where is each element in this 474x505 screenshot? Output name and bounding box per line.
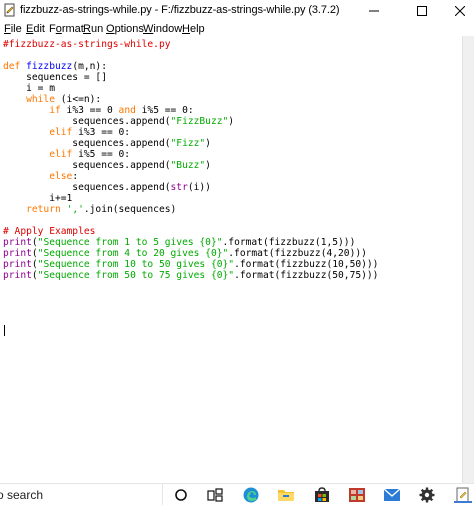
menu-file[interactable]: File xyxy=(4,23,22,35)
code-line: else: xyxy=(49,171,79,182)
taskbar: o search xyxy=(0,483,474,505)
menu-format[interactable]: Format xyxy=(49,23,84,35)
code-line: elif i%3 == 0: xyxy=(49,127,131,138)
code-line: print("Sequence from 10 to 50 gives {0}"… xyxy=(3,259,379,270)
code-line: sequences = [] xyxy=(3,72,107,83)
mail-icon[interactable] xyxy=(383,486,401,504)
code-line: elif i%5 == 0: xyxy=(49,149,131,160)
idle-file-icon xyxy=(3,3,17,17)
search-placeholder: o search xyxy=(0,488,44,502)
text-cursor xyxy=(4,325,5,336)
code-line: sequences.append(str(i)) xyxy=(3,182,211,193)
code-line: sequences.append("Fizz") xyxy=(3,138,211,149)
code-line: i+=1 xyxy=(3,193,73,204)
minimize-button[interactable] xyxy=(354,0,394,22)
code-line: i = m xyxy=(3,83,55,94)
code-line: print("Sequence from 4 to 20 gives {0}".… xyxy=(3,248,367,259)
file-explorer-icon[interactable] xyxy=(277,486,295,504)
code-line: while (i<=n): xyxy=(26,94,102,105)
maximize-button[interactable] xyxy=(402,0,442,22)
code-line: print("Sequence from 50 to 75 gives {0}"… xyxy=(3,270,379,281)
code-line: print("Sequence from 1 to 5 gives {0}".f… xyxy=(3,237,356,248)
settings-icon[interactable] xyxy=(418,486,436,504)
photos-icon[interactable] xyxy=(348,486,366,504)
taskbar-search-box[interactable]: o search xyxy=(0,484,163,505)
code-line: # Apply Examples xyxy=(3,226,96,237)
menu-bar: File Edit Format Run Options Window Help xyxy=(0,22,474,37)
menu-run[interactable]: Run xyxy=(83,23,103,35)
task-view-icon[interactable] xyxy=(206,486,224,504)
code-line: return ','.join(sequences) xyxy=(26,204,177,215)
python-idle-icon[interactable] xyxy=(454,486,472,504)
code-line: def fizzbuzz(m,n): xyxy=(3,61,107,72)
code-line: sequences.append("Buzz") xyxy=(3,160,211,171)
store-icon[interactable] xyxy=(313,486,331,504)
cortana-circle-icon[interactable] xyxy=(172,486,190,504)
title-bar[interactable]: fizzbuzz-as-strings-while.py - F:/fizzbu… xyxy=(0,0,474,22)
menu-edit[interactable]: Edit xyxy=(26,23,45,35)
edge-icon[interactable] xyxy=(242,486,260,504)
close-button[interactable] xyxy=(440,0,474,22)
code-editor[interactable]: #fizzbuzz-as-strings-while.py def fizzbu… xyxy=(0,36,462,483)
code-line: sequences.append("FizzBuzz") xyxy=(3,116,235,127)
code-line: if i%3 == 0 and i%5 == 0: xyxy=(49,105,194,116)
window-title: fizzbuzz-as-strings-while.py - F:/fizzbu… xyxy=(20,4,340,16)
vertical-scrollbar[interactable] xyxy=(462,36,474,483)
code-line: #fizzbuzz-as-strings-while.py xyxy=(3,39,171,50)
menu-window[interactable]: Window xyxy=(143,23,182,35)
menu-help[interactable]: Help xyxy=(182,23,205,35)
menu-options[interactable]: Options xyxy=(106,23,144,35)
